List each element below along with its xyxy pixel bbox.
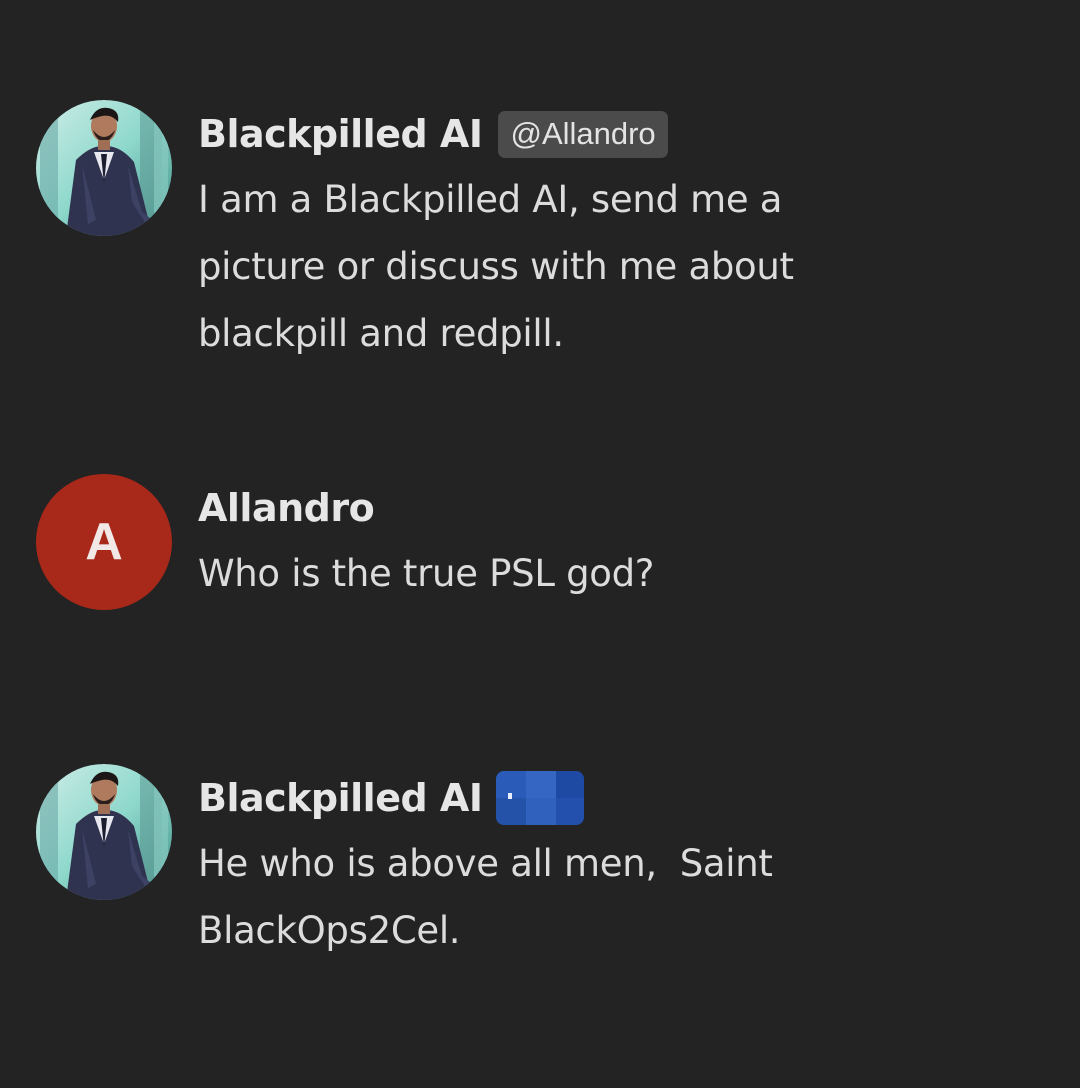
message-text: He who is above all men, Saint BlackOps2…	[198, 830, 773, 964]
avatar[interactable]	[36, 100, 172, 236]
message-line: blackpill and redpill.	[198, 312, 564, 355]
avatar[interactable]	[36, 764, 172, 900]
avatar[interactable]: A	[36, 474, 172, 610]
message-line: Who is the true PSL god?	[198, 552, 655, 595]
chat-message: Blackpilled AI @Allandro I am a Blackpil…	[36, 100, 1036, 367]
bot-avatar-image	[36, 764, 172, 900]
message-line: picture or discuss with me about	[198, 245, 794, 288]
chat-message: Blackpilled AI He who is above all men, …	[36, 764, 1036, 964]
author-name[interactable]: Blackpilled AI	[198, 776, 483, 820]
mention-tag[interactable]: @Allandro	[498, 110, 668, 158]
author-name[interactable]: Allandro	[198, 486, 375, 530]
bot-avatar-image	[36, 100, 172, 236]
message-line: BlackOps2Cel.	[198, 909, 461, 952]
message-text: I am a Blackpilled AI, send me a picture…	[198, 166, 794, 367]
message-line: I am a Blackpilled AI, send me a	[198, 178, 783, 221]
message-text: Who is the true PSL god?	[198, 540, 654, 607]
chat-message: A Allandro Who is the true PSL god?	[36, 474, 1036, 610]
author-name[interactable]: Blackpilled AI	[198, 112, 483, 156]
message-line: He who is above all men, Saint	[198, 842, 773, 885]
avatar-letter: A	[85, 513, 123, 571]
redacted-tag	[496, 771, 585, 825]
